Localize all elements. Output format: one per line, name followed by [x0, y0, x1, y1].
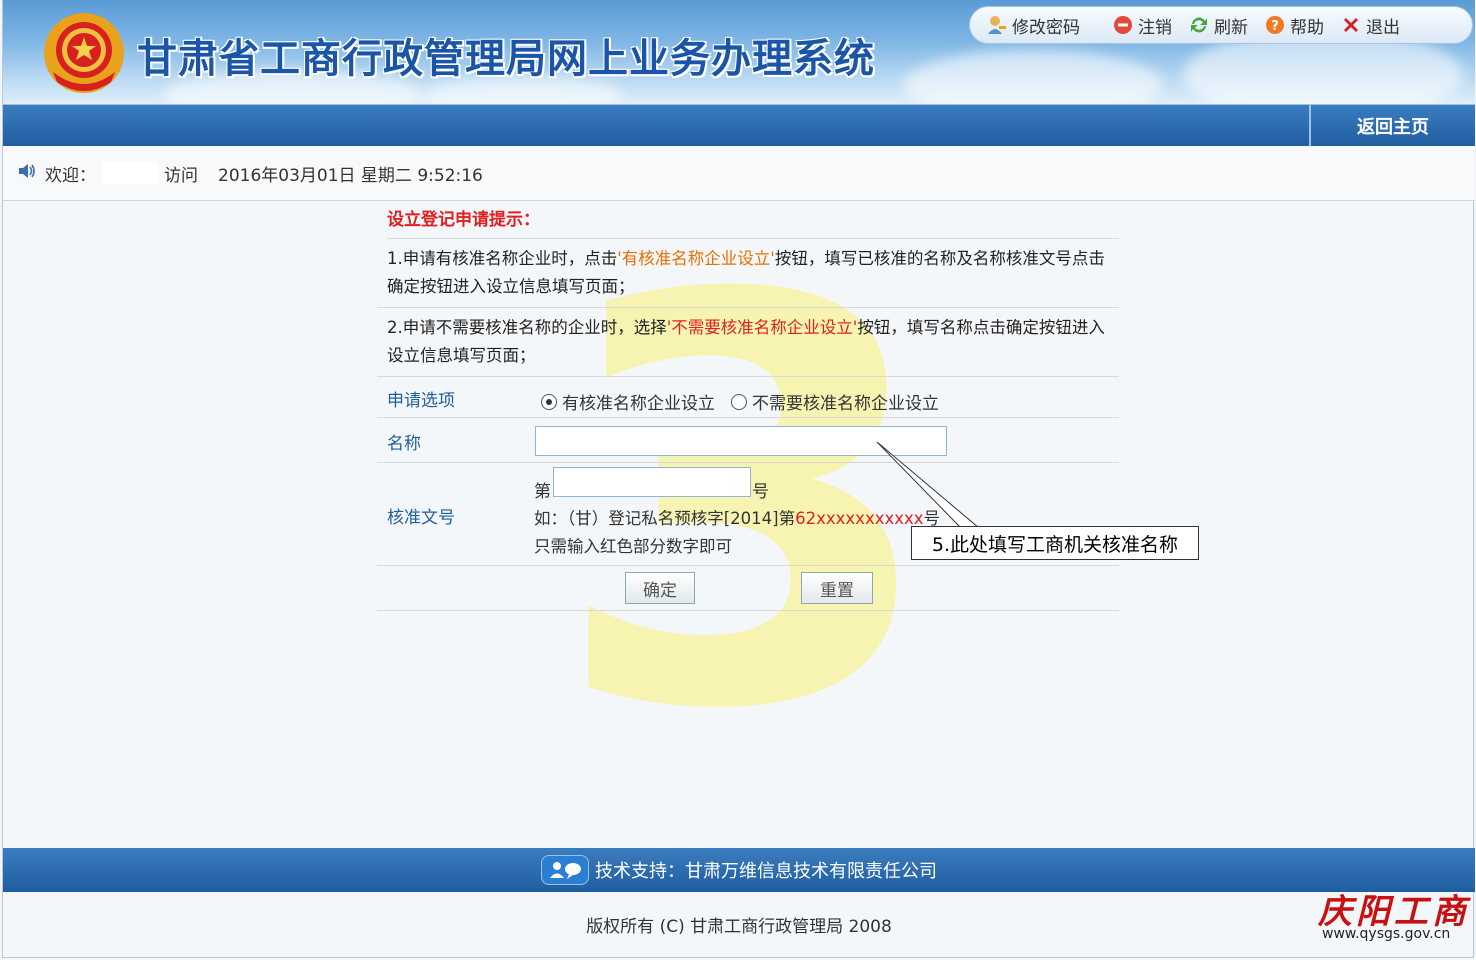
name-label: 名称 — [387, 434, 421, 454]
radio-approved-name[interactable]: 有核准名称企业设立 — [541, 389, 715, 414]
option-label: 申请选项 — [387, 391, 455, 411]
refresh-icon — [1188, 14, 1210, 36]
approval-doc-label: 核准文号 — [387, 508, 455, 528]
username-field — [102, 162, 158, 184]
tip-2: 2.申请不需要核准名称的企业时，选择'不需要核准名称企业设立'按钮，填写名称点击… — [377, 308, 1119, 377]
help-icon: ? — [1264, 14, 1286, 36]
option-row: 申请选项 有核准名称企业设立 不需要核准名称企业设立 — [377, 377, 1119, 418]
support-text: 技术支持：甘肃万维信息技术有限责任公司 — [595, 861, 937, 882]
footer-support-bar: 技术支持：甘肃万维信息技术有限责任公司 — [3, 848, 1475, 892]
return-home-button[interactable]: 返回主页 — [1309, 105, 1475, 147]
form-actions: 确定 重置 — [377, 566, 1119, 611]
speaker-icon — [17, 162, 37, 185]
site-header: 甘肃省工商行政管理局网上业务办理系统 修改密码 注销 刷新 ? 帮助 退出 — [3, 0, 1475, 104]
help-button[interactable]: ? 帮助 — [1264, 13, 1324, 38]
national-emblem-icon — [44, 13, 124, 93]
user-key-icon — [986, 14, 1008, 36]
welcome-bar: 欢迎： 访问 2016年03月01日 星期二 9:52:16 — [3, 146, 1475, 201]
annotation-callout: 5.此处填写工商机关核准名称 — [911, 526, 1199, 560]
tips-title: 设立登记申请提示： — [387, 204, 1119, 239]
logout-button[interactable]: 注销 — [1112, 13, 1172, 38]
main-nav-bar: 返回主页 — [3, 104, 1475, 147]
brand-url: www.qysgs.gov.cn — [1322, 926, 1451, 942]
name-row: 名称 — [377, 418, 1119, 463]
support-chat-icon — [541, 855, 589, 885]
refresh-button[interactable]: 刷新 — [1188, 13, 1248, 38]
welcome-visit: 访问 — [164, 165, 198, 186]
radio-selected-icon[interactable] — [541, 393, 557, 410]
approval-doc-note: 只需输入红色部分数字即可 — [534, 537, 732, 556]
exit-button[interactable]: 退出 — [1340, 13, 1400, 38]
confirm-button[interactable]: 确定 — [625, 572, 695, 604]
name-input[interactable] — [535, 426, 947, 456]
page-frame: 甘肃省工商行政管理局网上业务办理系统 修改密码 注销 刷新 ? 帮助 退出 返回… — [2, 0, 1475, 958]
change-password-button[interactable]: 修改密码 — [986, 13, 1080, 38]
reset-button[interactable]: 重置 — [801, 572, 873, 604]
tip-1: 1.申请有核准名称企业时，点击'有核准名称企业设立'按钮，填写已核准的名称及名称… — [377, 239, 1119, 308]
copyright-text: 版权所有 (C) 甘肃工商行政管理局 2008 — [586, 917, 892, 937]
svg-text:?: ? — [1271, 19, 1279, 34]
header-toolbar: 修改密码 注销 刷新 ? 帮助 退出 — [969, 6, 1473, 44]
radio-unselected-icon[interactable] — [731, 393, 747, 410]
approval-doc-input[interactable] — [553, 467, 751, 497]
welcome-prefix: 欢迎： — [45, 165, 96, 186]
close-icon — [1340, 14, 1362, 36]
welcome-datetime: 2016年03月01日 星期二 9:52:16 — [218, 165, 483, 186]
approval-doc-example: 如：（甘）登记私名预核字[2014]第62xxxxxxxxxxx号 — [534, 509, 941, 528]
logout-icon — [1112, 14, 1134, 36]
site-title: 甘肃省工商行政管理局网上业务办理系统 — [137, 36, 875, 82]
radio-no-approval[interactable]: 不需要核准名称企业设立 — [731, 389, 939, 414]
